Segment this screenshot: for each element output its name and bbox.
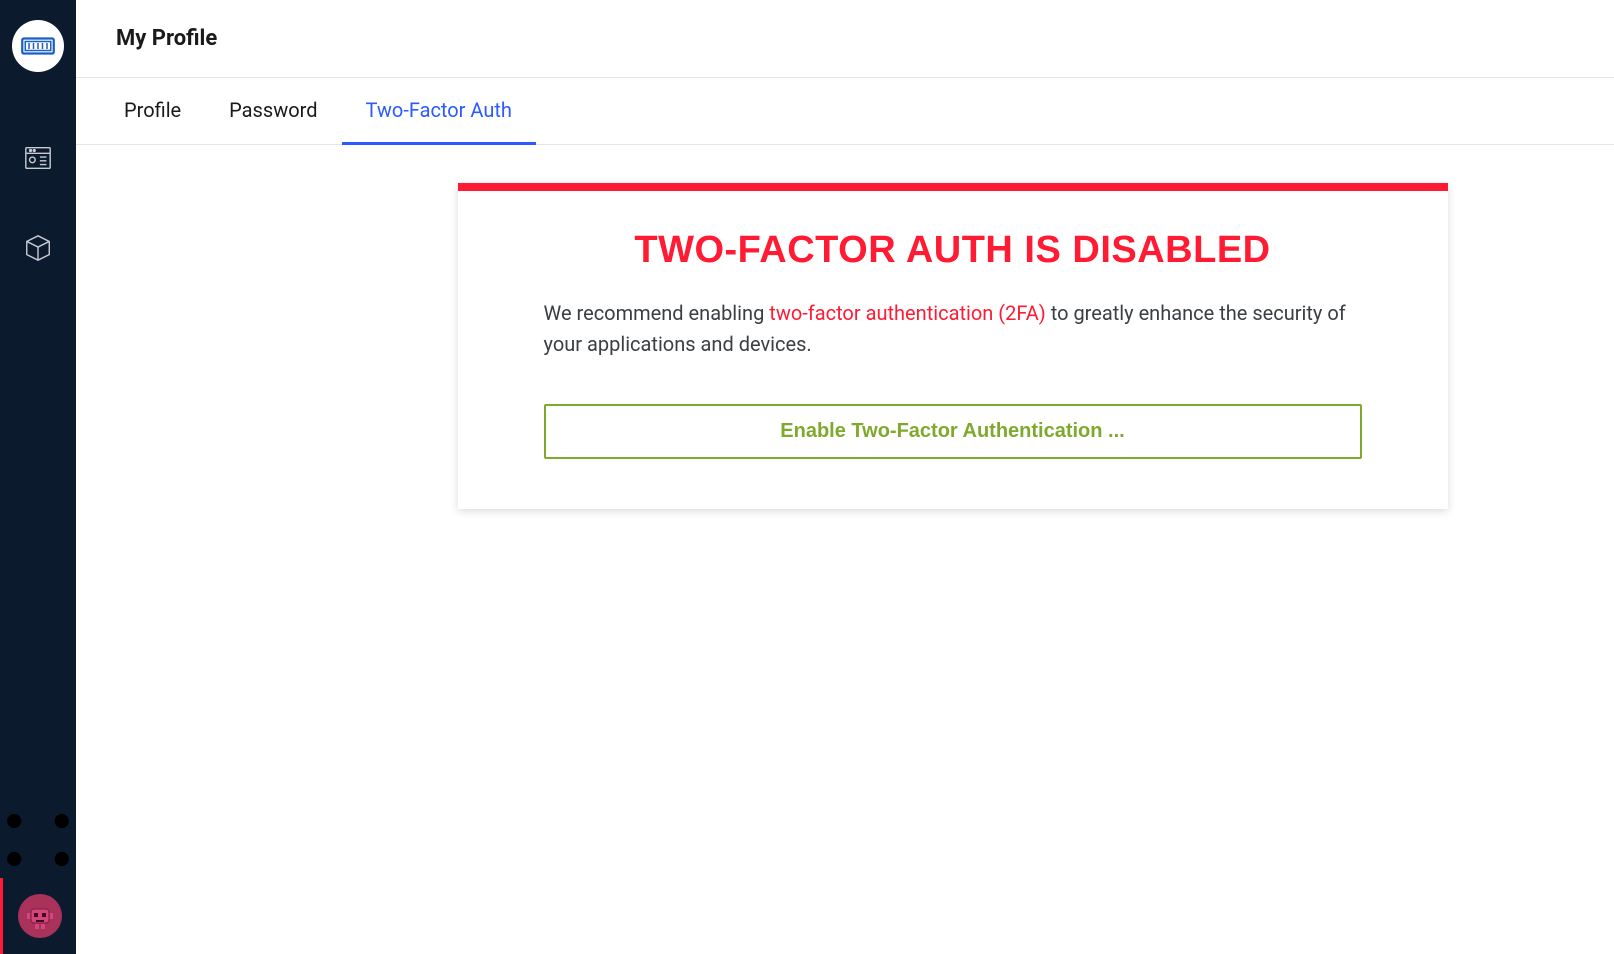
- tab-password[interactable]: Password: [205, 78, 341, 145]
- two-factor-info-link[interactable]: two-factor authentication (2FA): [769, 301, 1045, 325]
- page-title: My Profile: [116, 26, 1574, 51]
- content-area: TWO-FACTOR AUTH IS DISABLED We recommend…: [76, 145, 1614, 533]
- card-body-text: We recommend enabling two-factor authent…: [544, 298, 1362, 360]
- robot-avatar-icon: [24, 900, 56, 932]
- card-body-pre: We recommend enabling: [544, 301, 770, 325]
- sidebar: [0, 0, 76, 954]
- weg-logo-icon: [20, 28, 56, 64]
- brand-logo[interactable]: [12, 20, 64, 72]
- avatar-circle: [18, 894, 62, 938]
- card-heading: TWO-FACTOR AUTH IS DISABLED: [544, 229, 1362, 272]
- tab-bar: Profile Password Two-Factor Auth: [76, 78, 1614, 145]
- graph-icon: [0, 802, 76, 878]
- tab-profile[interactable]: Profile: [100, 78, 205, 145]
- main-content: My Profile Profile Password Two-Factor A…: [76, 0, 1614, 954]
- sidebar-item-packages[interactable]: [0, 210, 76, 286]
- tab-two-factor-auth[interactable]: Two-Factor Auth: [342, 78, 536, 145]
- card-wrapper: TWO-FACTOR AUTH IS DISABLED We recommend…: [458, 183, 1448, 509]
- two-factor-status-card: TWO-FACTOR AUTH IS DISABLED We recommend…: [458, 183, 1448, 509]
- page-header: My Profile: [76, 0, 1614, 78]
- sidebar-user-avatar[interactable]: [0, 878, 76, 954]
- sidebar-item-graph[interactable]: [0, 802, 76, 878]
- sidebar-item-dashboard[interactable]: [0, 120, 76, 196]
- dashboard-icon: [23, 143, 53, 173]
- package-icon: [23, 233, 53, 263]
- enable-two-factor-button[interactable]: Enable Two-Factor Authentication ...: [544, 404, 1362, 459]
